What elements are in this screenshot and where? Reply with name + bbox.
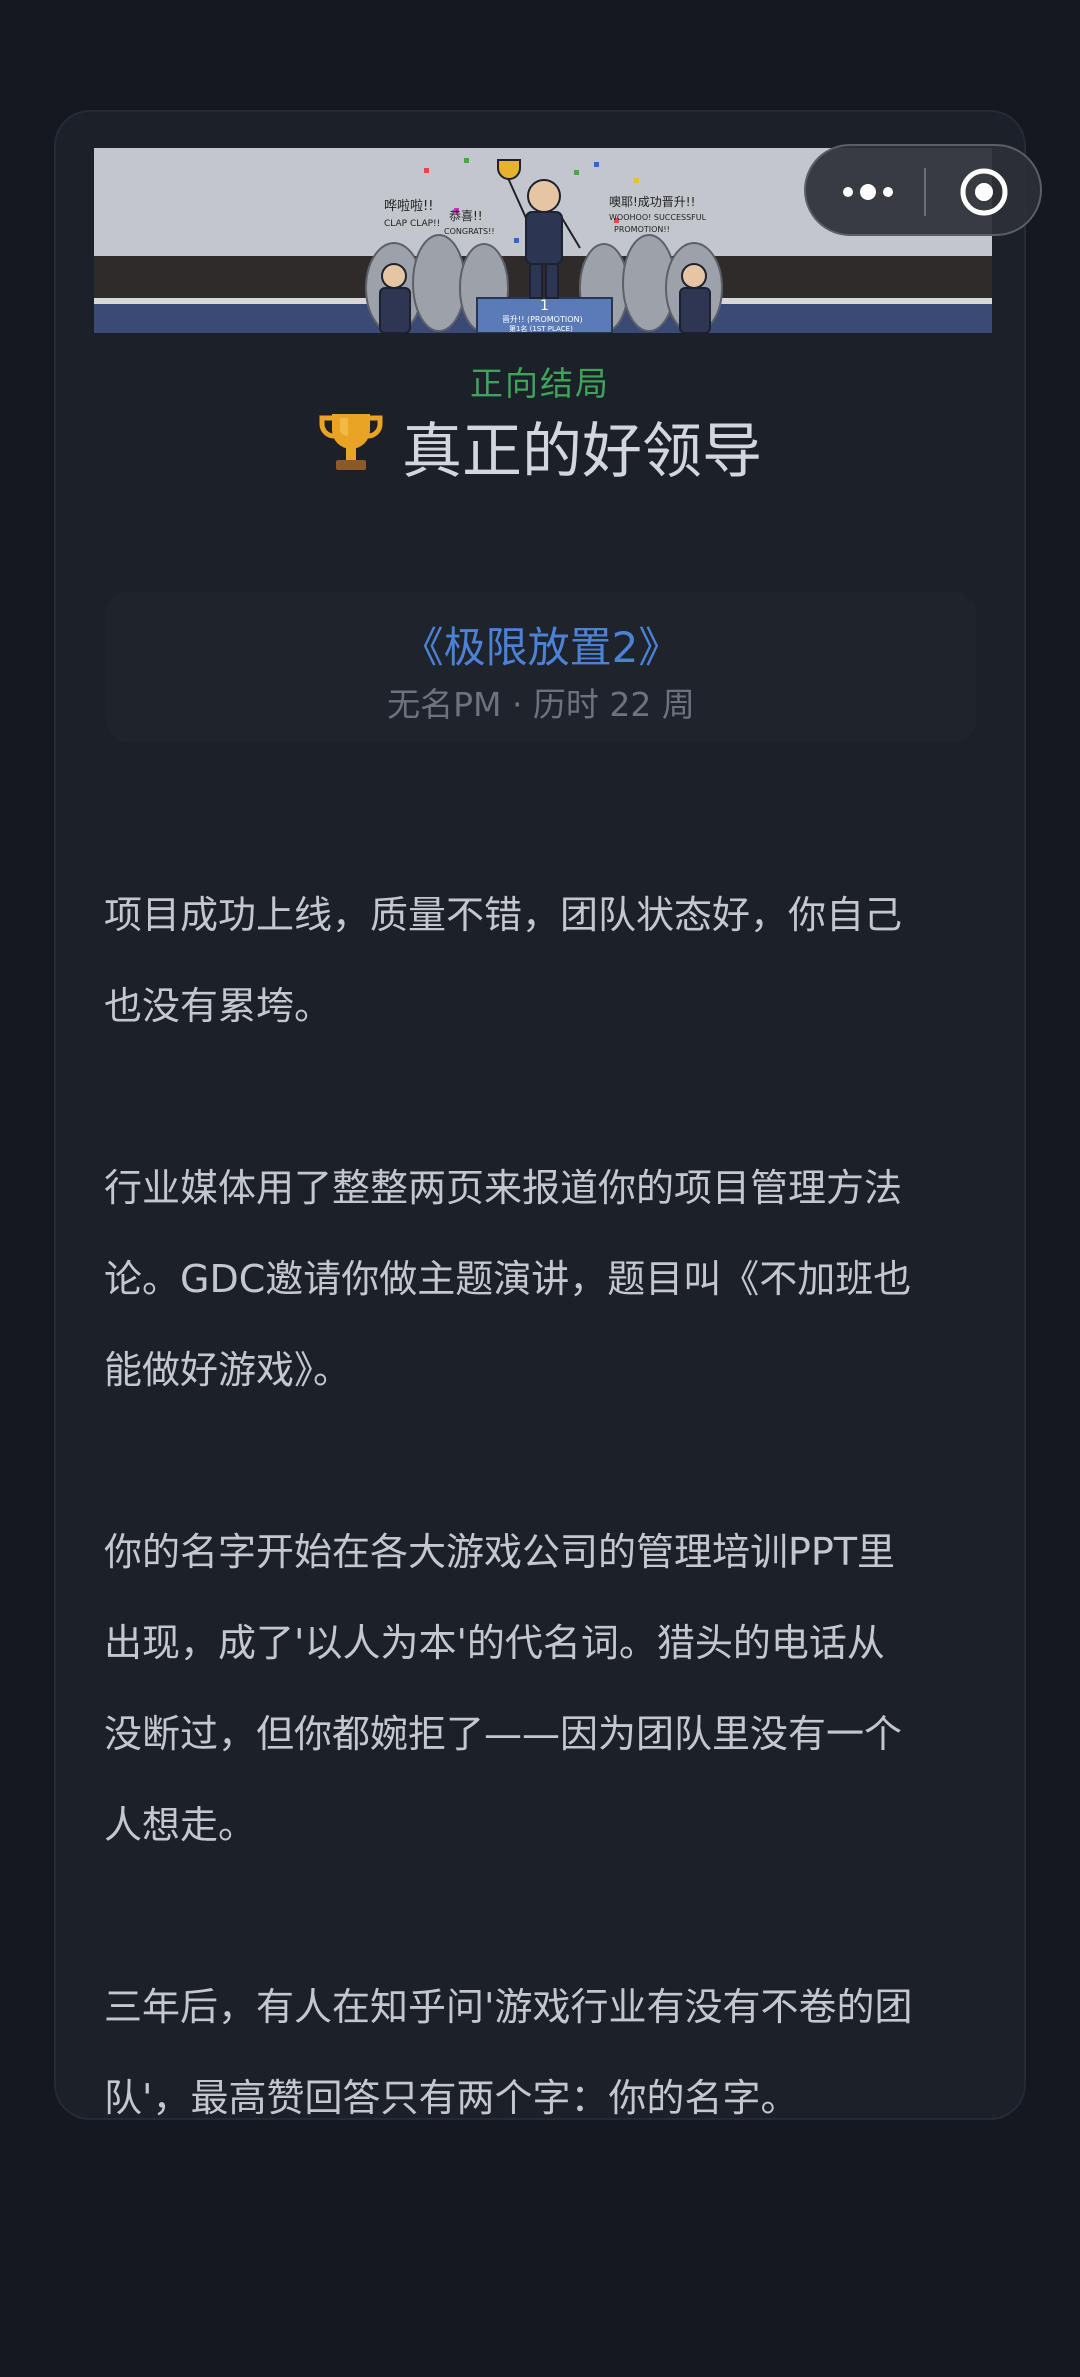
story-paragraph: 你的名字开始在各大游戏公司的管理培训PPT里出现，成了'以人为本'的代名词。猎头… — [104, 1530, 903, 1847]
story-paragraph: 行业媒体用了整整两页来报道你的项目管理方法论。GDC邀请你做主题演讲，题目叫《不… — [104, 1166, 912, 1392]
banner-caption-mid-en: CONGRATS!! — [444, 227, 495, 236]
podium-number: 1 — [540, 298, 549, 314]
story-paragraph: 项目成功上线，质量不错，团队状态好，你自己也没有累垮。 — [104, 893, 903, 1028]
more-dots-icon[interactable] — [838, 174, 898, 210]
banner-caption-mid: 恭喜!! — [449, 209, 483, 223]
banner-caption-left: 哗啦啦!! — [384, 198, 433, 214]
ending-card: 哗啦啦!! CLAP CLAP!! 恭喜!! CONGRATS!! 噢耶!成功晋… — [54, 110, 1026, 2120]
story-paragraph: 三年后，有人在知乎问'游戏行业有没有不卷的团队'，最高赞回答只有两个字：你的名字… — [104, 1985, 913, 2120]
podium-sublabel: 第1名 (1ST PLACE) — [509, 324, 573, 333]
game-meta: 无名PM · 历时 22 周 — [387, 685, 695, 724]
podium-label: 晋升!! (PROMOTION) — [502, 315, 583, 324]
ending-type-label: 正向结局 — [470, 364, 610, 403]
game-info-box: 《极限放置2》 无名PM · 历时 22 周 — [106, 592, 976, 742]
miniprogram-capsule — [804, 144, 1042, 236]
banner-caption-right-en2: PROMOTION!! — [614, 225, 670, 234]
ending-story: 项目成功上线，质量不错，团队状态好，你自己也没有累垮。 行业媒体用了整整两页来报… — [104, 870, 914, 2120]
banner-caption-right: 噢耶!成功晋升!! — [609, 195, 695, 209]
trophy-icon — [318, 408, 384, 494]
ending-title: 真正的好领导 — [402, 417, 762, 487]
game-name: 《极限放置2》 — [401, 623, 681, 672]
banner-caption-right-en: WOOHOO! SUCCESSFUL — [609, 213, 707, 222]
ending-title-row: 真正的好领导 — [56, 412, 1024, 494]
capsule-divider — [924, 168, 926, 216]
close-miniprogram-icon[interactable] — [958, 166, 1010, 218]
banner-caption-left-en: CLAP CLAP!! — [384, 219, 440, 229]
